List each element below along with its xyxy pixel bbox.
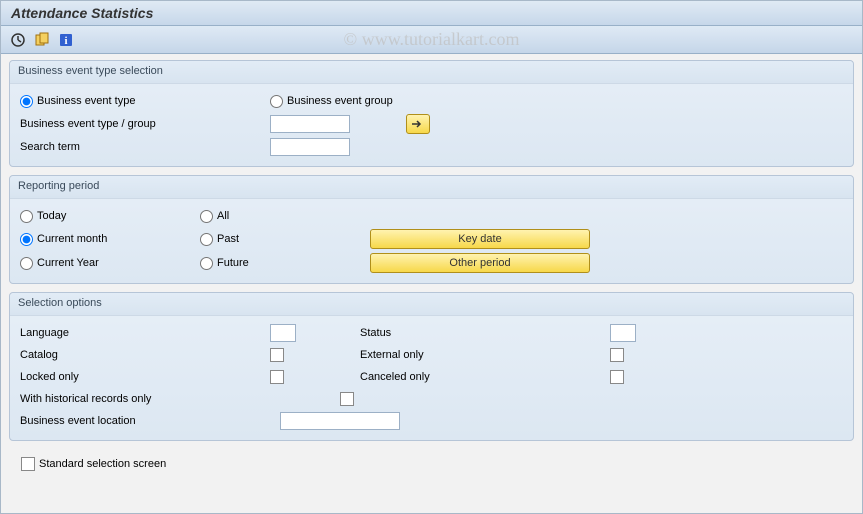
radio-label: Business event type [37, 95, 135, 107]
location-input[interactable] [280, 412, 400, 430]
key-date-button[interactable]: Key date [370, 229, 590, 249]
locked-only-label: Locked only [20, 371, 270, 383]
button-label: Other period [449, 257, 510, 269]
watermark-text: © www.tutorialkart.com [344, 29, 520, 50]
group-selection-options: Selection options Language Status Catalo… [9, 292, 854, 441]
radio-today[interactable]: Today [20, 210, 180, 223]
radio-label: Future [217, 257, 249, 269]
radio-current-month[interactable]: Current month [20, 233, 180, 246]
group-title-reporting-period: Reporting period [10, 176, 853, 199]
radio-business-event-group[interactable]: Business event group [270, 95, 430, 108]
search-term-input[interactable] [270, 138, 350, 156]
historical-checkbox[interactable] [340, 392, 354, 406]
group-event-type-selection: Business event type selection Business e… [9, 60, 854, 167]
standard-selection-label: Standard selection screen [39, 458, 166, 470]
canceled-only-checkbox[interactable] [610, 370, 624, 384]
title-bar: Attendance Statistics [1, 1, 862, 26]
external-only-checkbox[interactable] [610, 348, 624, 362]
type-group-input[interactable] [270, 115, 350, 133]
historical-label: With historical records only [20, 393, 340, 405]
external-only-label: External only [360, 349, 610, 361]
group-title-event-type: Business event type selection [10, 61, 853, 84]
radio-future[interactable]: Future [200, 257, 360, 270]
radio-label: Current month [37, 233, 107, 245]
page-title: Attendance Statistics [11, 5, 852, 21]
other-period-button[interactable]: Other period [370, 253, 590, 273]
variant-icon[interactable] [33, 31, 51, 49]
button-label: Key date [458, 233, 501, 245]
type-group-label: Business event type / group [20, 118, 270, 130]
search-term-label: Search term [20, 141, 270, 153]
radio-all[interactable]: All [200, 210, 360, 223]
catalog-checkbox[interactable] [270, 348, 284, 362]
radio-label: Current Year [37, 257, 99, 269]
location-label: Business event location [20, 415, 280, 427]
radio-label: Past [217, 233, 239, 245]
radio-business-event-type[interactable]: Business event type [20, 95, 180, 108]
language-label: Language [20, 327, 270, 339]
radio-label: Today [37, 210, 66, 222]
multiple-selection-button[interactable] [406, 114, 430, 134]
content-area: Business event type selection Business e… [1, 54, 862, 485]
execute-icon[interactable] [9, 31, 27, 49]
status-input[interactable] [610, 324, 636, 342]
group-reporting-period: Reporting period Today All Current month… [9, 175, 854, 284]
status-label: Status [360, 327, 610, 339]
radio-label: Business event group [287, 95, 393, 107]
toolbar: i © www.tutorialkart.com [1, 26, 862, 54]
radio-current-year[interactable]: Current Year [20, 257, 180, 270]
group-title-selection-options: Selection options [10, 293, 853, 316]
language-input[interactable] [270, 324, 296, 342]
canceled-only-label: Canceled only [360, 371, 610, 383]
info-icon[interactable]: i [57, 31, 75, 49]
locked-only-checkbox[interactable] [270, 370, 284, 384]
radio-label: All [217, 210, 229, 222]
radio-past[interactable]: Past [200, 233, 360, 246]
footer-row: Standard selection screen [9, 449, 854, 479]
catalog-label: Catalog [20, 349, 270, 361]
standard-selection-checkbox[interactable] [21, 457, 35, 471]
svg-text:i: i [64, 35, 67, 47]
